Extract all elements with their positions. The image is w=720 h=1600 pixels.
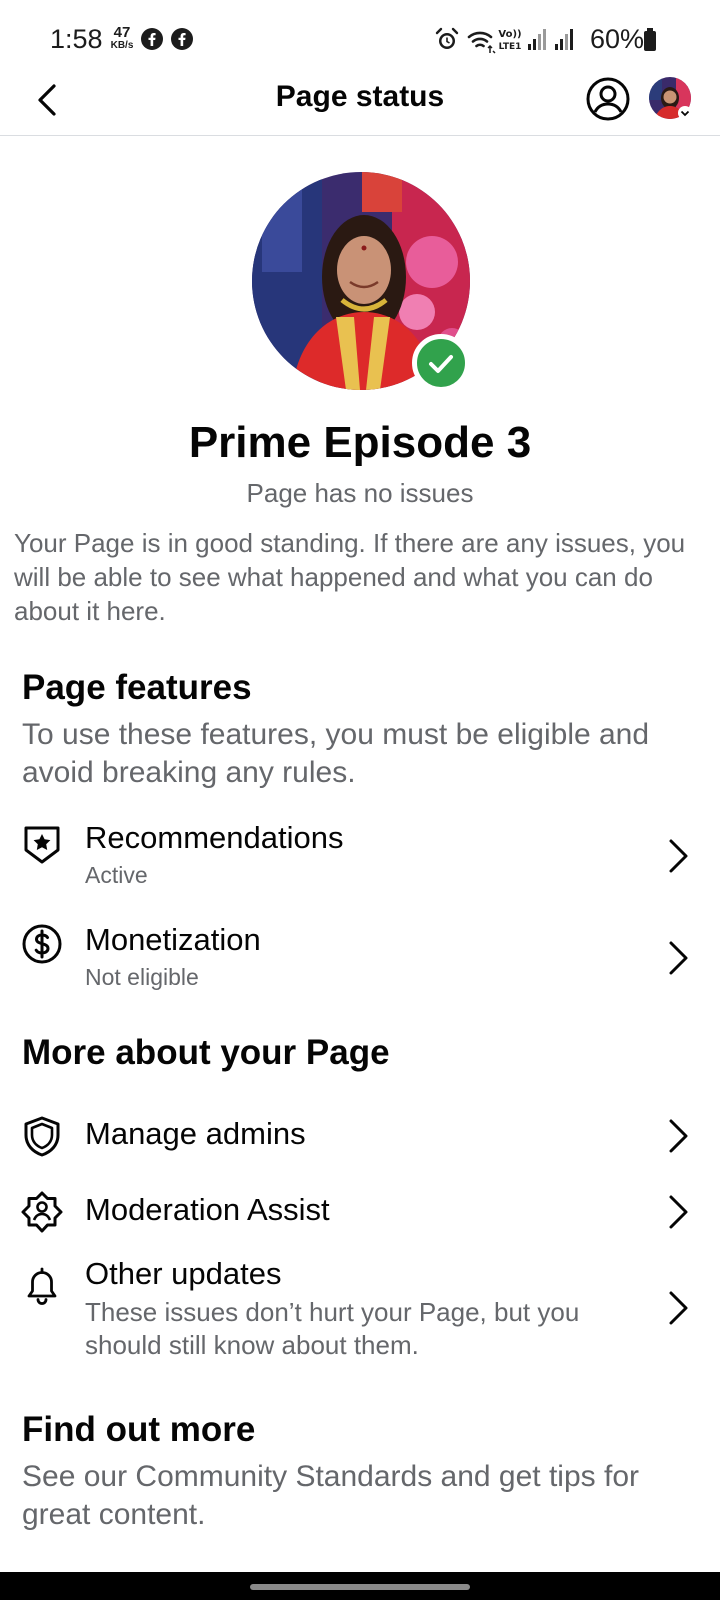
page-features-description: To use these features, you must be eligi… <box>22 718 650 789</box>
svg-text:LTE1: LTE1 <box>499 42 522 52</box>
status-time: 1:58 <box>50 24 103 54</box>
more-row-manage-admins[interactable]: Manage admins <box>0 1108 720 1172</box>
feature-status: Active <box>85 862 148 888</box>
network-speed: 47 KB/s <box>107 25 137 51</box>
system-navigation-bar <box>0 1572 720 1600</box>
home-gesture-handle[interactable] <box>250 1584 470 1590</box>
more-item-description: These issues don’t hurt your Page, but y… <box>85 1297 580 1360</box>
top-bar: Page status <box>0 66 720 136</box>
section-title-find-out-more: Find out more <box>22 1410 256 1449</box>
svg-text:Vo)): Vo)) <box>498 29 521 40</box>
shield-icon <box>24 1116 60 1157</box>
profile-icon[interactable] <box>585 76 631 122</box>
more-item-label: Moderation Assist <box>85 1192 330 1227</box>
chevron-right-icon <box>669 941 688 975</box>
feature-status: Not eligible <box>85 964 199 990</box>
dollar-circle-icon <box>22 924 62 964</box>
facebook-icon <box>141 28 163 50</box>
more-item-label: Manage admins <box>85 1116 306 1151</box>
find-out-more-description[interactable]: See our Community Standards and get tips… <box>22 1458 702 1534</box>
more-row-moderation-assist[interactable]: Moderation Assist <box>0 1184 720 1248</box>
chevron-down-icon <box>678 106 692 120</box>
page-avatar-switcher[interactable] <box>648 76 694 122</box>
facebook-icon <box>171 28 193 50</box>
network-speed-value: 47 <box>113 24 131 41</box>
volte-icon: Vo)) LTE1 <box>498 29 522 52</box>
chevron-right-icon <box>669 1291 688 1325</box>
chevron-right-icon <box>669 1119 688 1153</box>
section-title-more-about: More about your Page <box>22 1033 390 1072</box>
battery-icon <box>644 28 656 51</box>
feature-label: Monetization <box>85 922 261 957</box>
feature-row-monetization[interactable]: Monetization Not eligible <box>0 918 720 1002</box>
network-speed-unit: KB/s <box>110 40 134 51</box>
battery-percent: 60% <box>589 24 644 54</box>
page-name: Prime Episode 3 <box>188 418 532 467</box>
alarm-icon <box>435 27 459 49</box>
chevron-right-icon <box>669 1195 688 1229</box>
feature-row-recommendations[interactable]: Recommendations Active <box>0 816 720 900</box>
more-item-label: Other updates <box>85 1256 282 1291</box>
standing-description: Your Page is in good standing. If there … <box>14 528 686 626</box>
moderation-icon <box>21 1191 63 1233</box>
signal-icon <box>528 29 546 50</box>
verified-badge <box>412 334 470 392</box>
more-row-other-updates[interactable]: Other updates These issues don’t hurt yo… <box>0 1254 720 1390</box>
shield-star-icon <box>24 826 60 864</box>
section-title-page-features: Page features <box>22 668 252 707</box>
page-status-summary: Page has no issues <box>246 478 474 508</box>
feature-label: Recommendations <box>85 820 344 855</box>
checkmark-icon <box>429 355 453 373</box>
signal-icon <box>555 29 573 50</box>
wifi-icon <box>467 31 496 54</box>
bell-icon <box>27 1267 57 1305</box>
chevron-right-icon <box>669 839 688 873</box>
